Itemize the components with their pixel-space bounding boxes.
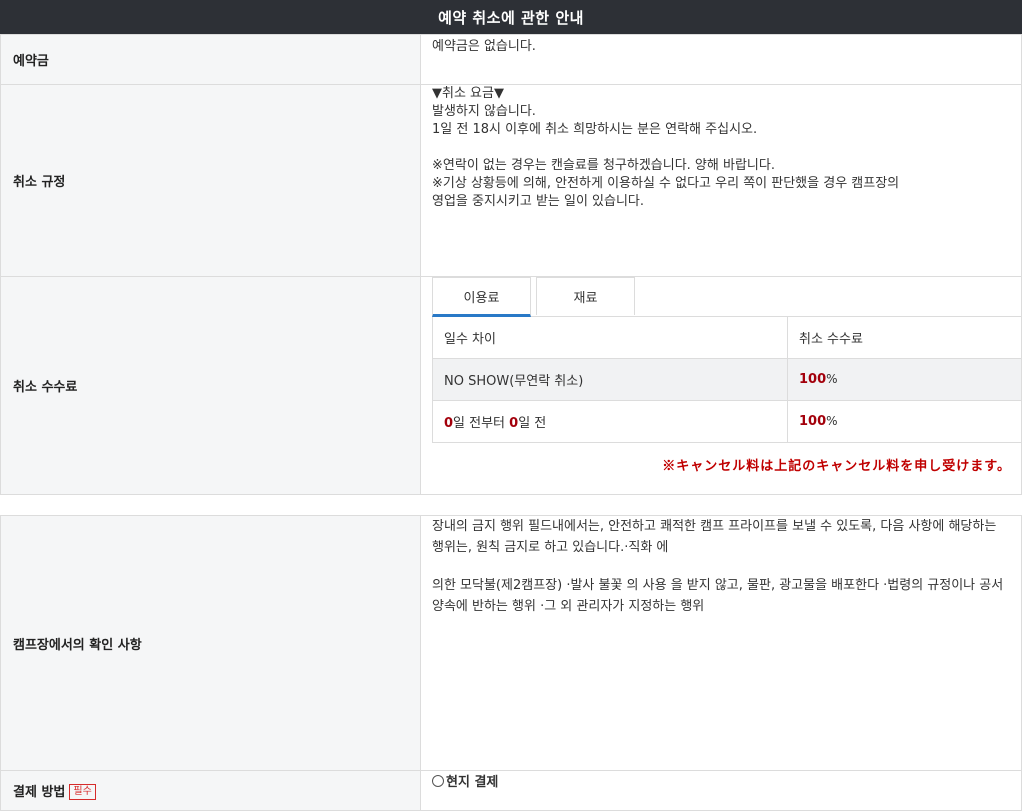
cancellation-fee-note: ※キャンセル料は上記のキャンセル料を申し受けます。 <box>662 459 1011 474</box>
day-from-value: 0 <box>444 416 454 431</box>
campsite-rules-text: 장내의 금지 행위 필드내에서는, 안전하고 쾌적한 캠프 프라이프를 보낼 수… <box>420 515 1022 771</box>
required-badge: 필수 <box>69 784 96 801</box>
fee-header-days: 일수 차이 <box>432 316 788 359</box>
tab-materials[interactable]: 재료 <box>536 277 635 315</box>
fee-tabs: 이용료 재료 <box>432 277 1011 317</box>
cancellation-rules-row: 취소 규정 ▼취소 요금▼ 발생하지 않습니다. 1일 전 18시 이후에 취소… <box>0 84 1022 277</box>
day-from-text: 일 전부터 <box>453 416 510 431</box>
cancellation-rules-label: 취소 규정 <box>0 84 421 277</box>
fee-table-header: 일수 차이 취소 수수료 <box>432 316 1022 359</box>
fee-table: 일수 차이 취소 수수료 NO SHOW(무연락 취소) 100% 0일 전부터… <box>432 316 1022 443</box>
rules-line: ※기상 상황등에 의해, 안전하게 이용하실 수 없다고 우리 쪽이 판단했을 … <box>432 176 900 191</box>
cancellation-fees-label: 취소 수수료 <box>0 276 421 495</box>
payment-option-onsite[interactable]: 현지 결제 <box>432 775 498 790</box>
campsite-rules-row: 캠프장에서의 확인 사항 장내의 금지 행위 필드내에서는, 안전하고 쾌적한 … <box>0 515 1022 771</box>
rules-line: 발생하지 않습니다. <box>432 104 536 119</box>
fee-row-no-show: NO SHOW(무연락 취소) 100% <box>432 358 1022 401</box>
fee-row-value: 100% <box>787 358 1022 401</box>
radio-icon[interactable] <box>432 775 444 787</box>
payment-method-options: 현지 결제 <box>420 770 1022 811</box>
cancellation-fees-content: 이용료 재료 일수 차이 취소 수수료 NO SHOW(무연락 취소) 100%… <box>420 276 1022 495</box>
fee-percent-unit: % <box>826 372 838 386</box>
deposit-label: 예약금 <box>0 34 421 85</box>
fee-percent-value: 100 <box>799 414 827 429</box>
deposit-value: 예약금은 없습니다. <box>420 34 1022 85</box>
rules-line: 영업을 중지시키고 받는 일이 있습니다. <box>432 194 645 209</box>
deposit-row: 예약금 예약금은 없습니다. <box>0 34 1022 85</box>
fee-row-day-range: 0일 전부터 0일 전 100% <box>432 400 1022 443</box>
fee-percent-value: 100 <box>799 372 827 387</box>
fee-row-value: 100% <box>787 400 1022 443</box>
rules-line: ※연락이 없는 경우는 캔슬료를 청구하겠습니다. 양해 바랍니다. <box>432 158 775 173</box>
cancellation-fees-row: 취소 수수료 이용료 재료 일수 차이 취소 수수료 NO SHOW(무연락 취… <box>0 276 1022 495</box>
payment-method-label: 결제 방법 <box>13 784 66 800</box>
campsite-paragraph: 의한 모닥불(제2캠프장) ·발사 불꽃 의 사용 을 받지 않고, 물판, 광… <box>432 578 1004 614</box>
page-title: 예약 취소에 관한 안내 <box>438 8 584 27</box>
fee-percent-unit: % <box>826 414 838 428</box>
fee-row-days: NO SHOW(무연락 취소) <box>432 358 788 401</box>
cancellation-rules-text: ▼취소 요금▼ 발생하지 않습니다. 1일 전 18시 이후에 취소 희망하시는… <box>420 84 1022 277</box>
tab-usage-fee[interactable]: 이용료 <box>432 277 531 317</box>
rules-line: 1일 전 18시 이후에 취소 희망하시는 분은 연락해 주십시오. <box>432 122 758 137</box>
day-to-text: 일 전 <box>518 416 547 431</box>
fee-row-days: 0일 전부터 0일 전 <box>432 400 788 443</box>
payment-option-label: 현지 결제 <box>446 775 499 790</box>
campsite-paragraph: 장내의 금지 행위 필드내에서는, 안전하고 쾌적한 캠프 프라이프를 보낼 수… <box>432 519 997 555</box>
fee-header-fee: 취소 수수료 <box>787 316 1022 359</box>
payment-method-label-cell: 결제 방법 필수 <box>0 770 421 811</box>
day-to-value: 0 <box>509 416 519 431</box>
rules-line: ▼취소 요금▼ <box>432 86 504 101</box>
page-header: 예약 취소에 관한 안내 <box>0 0 1022 34</box>
cancellation-info-table: 예약금 예약금은 없습니다. 취소 규정 ▼취소 요금▼ 발생하지 않습니다. … <box>0 34 1022 495</box>
payment-method-row: 결제 방법 필수 현지 결제 <box>0 770 1022 811</box>
campsite-rules-label: 캠프장에서의 확인 사항 <box>0 515 421 771</box>
campsite-info-table: 캠프장에서의 확인 사항 장내의 금지 행위 필드내에서는, 안전하고 쾌적한 … <box>0 515 1022 811</box>
rules-blank-line <box>432 139 1011 157</box>
